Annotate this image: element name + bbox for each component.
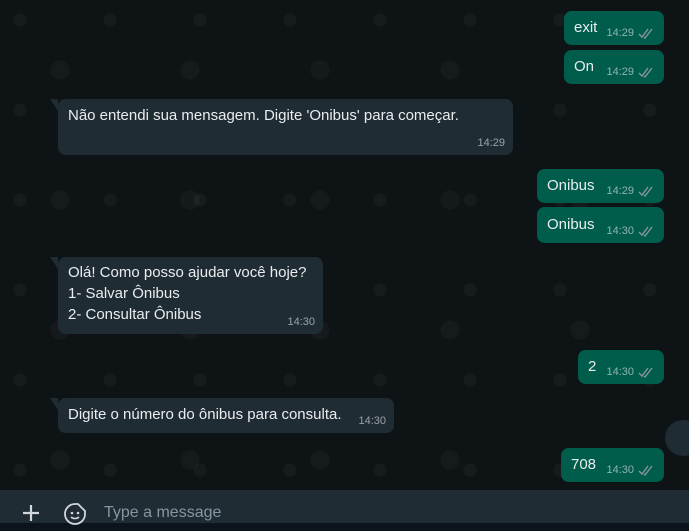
message-outgoing[interactable]: 708 14:30 xyxy=(561,448,664,482)
message-outgoing[interactable]: Onibus 14:29 xyxy=(537,169,664,203)
sticker-icon[interactable] xyxy=(63,502,87,526)
message-outgoing[interactable]: 2 14:30 xyxy=(578,350,664,384)
message-input[interactable]: Type a message xyxy=(104,504,221,522)
message-outgoing[interactable]: Onibus 14:30 xyxy=(537,207,664,243)
double-check-icon xyxy=(638,226,653,237)
message-time: 14:30 xyxy=(606,366,634,378)
message-time: 14:29 xyxy=(606,27,634,39)
message-meta: 14:30 xyxy=(606,224,656,238)
message-meta: 14:29 xyxy=(606,65,656,79)
message-time: 14:30 xyxy=(606,464,634,476)
double-check-icon xyxy=(638,367,653,378)
scroll-down-button[interactable] xyxy=(665,420,689,456)
double-check-icon xyxy=(638,67,653,78)
chat-panel: exit 14:29 On 14:29 Não entendi sua mens… xyxy=(0,0,689,490)
message-text: Digite o número do ônibus para consulta. xyxy=(68,406,342,423)
bubble-tail xyxy=(50,99,58,111)
message-text: Onibus xyxy=(547,216,595,233)
message-text: Não entendi sua mensagem. Digite 'Onibus… xyxy=(68,107,459,124)
double-check-icon xyxy=(638,28,653,39)
message-text: On xyxy=(574,58,595,75)
message-meta: 14:29 xyxy=(477,136,505,150)
message-outgoing[interactable]: On 14:29 xyxy=(564,50,664,84)
bubble-tail xyxy=(50,398,58,410)
composer-bar: Type a message xyxy=(0,490,689,526)
message-time: 14:29 xyxy=(477,137,505,149)
message-meta: 14:30 xyxy=(606,463,656,477)
message-time: 14:30 xyxy=(606,225,634,237)
message-meta: 14:30 xyxy=(358,414,386,428)
message-text: exit xyxy=(574,19,598,36)
message-outgoing[interactable]: exit 14:29 xyxy=(564,11,664,45)
message-text: Onibus xyxy=(547,177,595,194)
double-check-icon xyxy=(638,465,653,476)
plus-icon[interactable] xyxy=(20,502,42,524)
bubble-tail xyxy=(50,257,58,269)
message-meta: 14:30 xyxy=(287,315,315,329)
composer: Type a message xyxy=(0,490,689,526)
message-incoming[interactable]: Olá! Como posso ajudar você hoje? 1- Sal… xyxy=(50,257,323,334)
message-incoming[interactable]: Não entendi sua mensagem. Digite 'Onibus… xyxy=(50,99,513,155)
message-meta: 14:30 xyxy=(606,365,656,379)
message-meta: 14:29 xyxy=(606,26,656,40)
message-time: 14:29 xyxy=(606,66,634,78)
message-time: 14:29 xyxy=(606,185,634,197)
message-time: 14:30 xyxy=(287,316,315,328)
message-time: 14:30 xyxy=(358,415,386,427)
message-text: 708 xyxy=(571,456,597,473)
message-meta: 14:29 xyxy=(606,184,656,198)
message-incoming[interactable]: Digite o número do ônibus para consulta.… xyxy=(50,398,394,433)
message-text: 2 xyxy=(588,358,597,375)
message-text: Olá! Como posso ajudar você hoje? 1- Sal… xyxy=(68,264,307,323)
double-check-icon xyxy=(638,186,653,197)
